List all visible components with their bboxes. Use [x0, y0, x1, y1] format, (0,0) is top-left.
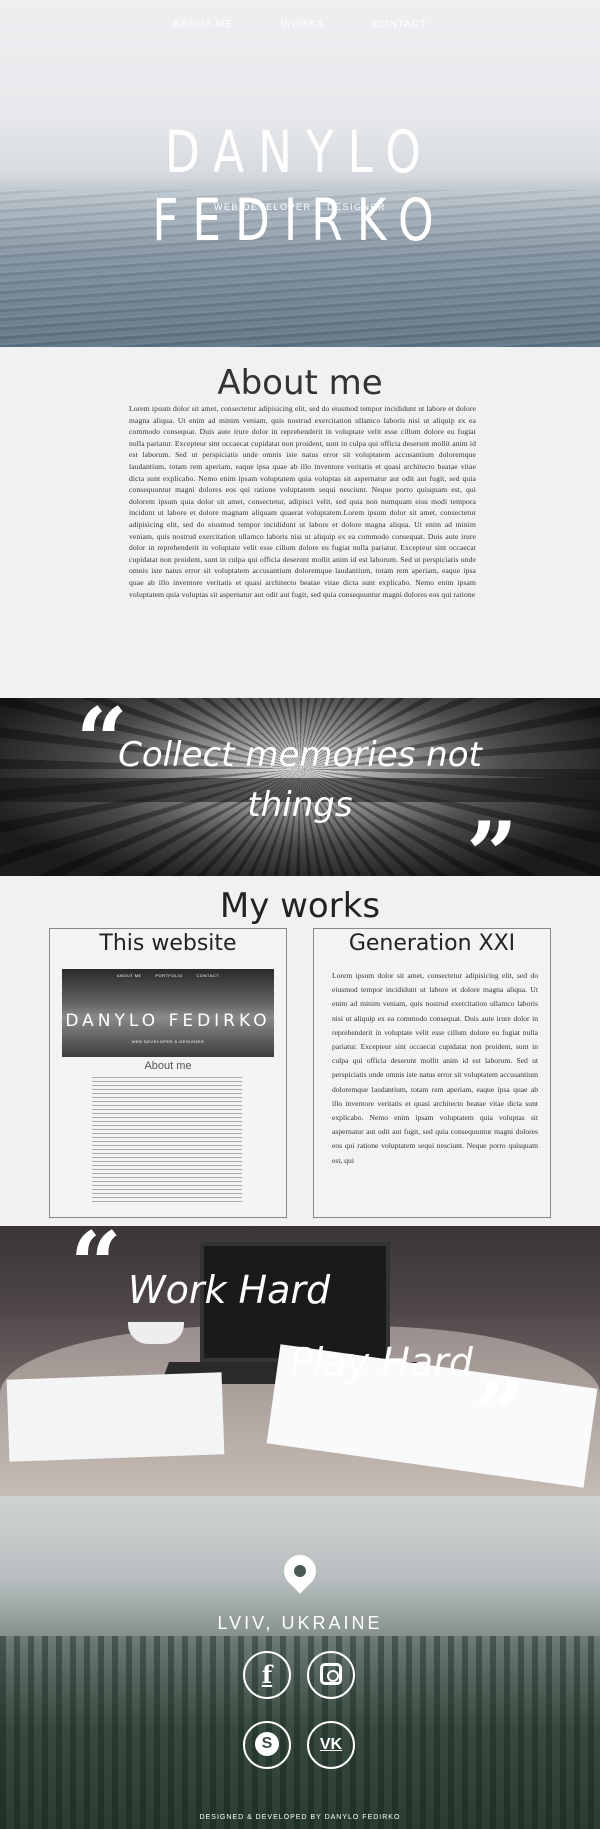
preview-subtitle: WEB DEVELOPER & DESIGNER	[131, 1039, 205, 1044]
facebook-glyph: f	[261, 1660, 273, 1689]
preview-about-heading: About me	[144, 1060, 192, 1072]
work-card-title: This website	[99, 931, 237, 956]
preview-title: DANYLO FEDIRKO	[65, 1011, 271, 1031]
about-text: Lorem ipsum dolor sit amet, consectetur …	[129, 404, 476, 599]
facebook-icon[interactable]: f	[243, 1651, 291, 1699]
about-section: About me Lorem ipsum dolor sit amet, con…	[0, 347, 600, 698]
about-heading: About me	[217, 363, 383, 403]
hero-title: DANYLO FEDIRKO	[152, 118, 448, 254]
website-preview-image: ABOUT ME PORTFOLIO CONTACT DANYLO FEDIRK…	[62, 969, 274, 1057]
footer-section	[0, 1496, 600, 1829]
preview-nav-item: CONTACT	[196, 973, 220, 978]
preview-nav-item: PORTFOLIO	[155, 973, 183, 978]
footer-credit: DESIGNED & DEVELOPED BY DANYLO FEDIRKO	[199, 1814, 401, 1821]
preview-nav-item: ABOUT ME	[116, 973, 142, 978]
instagram-icon[interactable]	[307, 1651, 355, 1699]
work-card-title: Generation XXI	[348, 931, 516, 956]
nav-about-link[interactable]: ABOUT ME	[173, 19, 233, 30]
skype-glyph: S	[255, 1731, 279, 1756]
quote-line-work: Work Hard	[128, 1268, 331, 1312]
hero-subtitle: WEB DEVELOPER & DESIGNER	[213, 202, 387, 212]
skype-icon[interactable]: S	[243, 1721, 291, 1769]
vk-glyph: VK	[319, 1736, 343, 1753]
notebook-image	[6, 1372, 225, 1462]
work-card-this-website[interactable]: This website ABOUT ME PORTFOLIO CONTACT …	[49, 928, 287, 1218]
quote-line-2: things	[247, 785, 353, 825]
preview-text-lines	[92, 1077, 242, 1203]
nav-contact-link[interactable]: CONTACT	[373, 19, 428, 30]
top-nav: ABOUT ME WORKS CONTACT	[0, 14, 600, 32]
forest-mountain-background	[0, 1636, 600, 1829]
quote-line-play: Play Hard	[290, 1340, 473, 1384]
location-text: LVIV, UKRAINE	[217, 1613, 383, 1633]
vk-icon[interactable]: VK	[307, 1721, 355, 1769]
works-section: My works This website ABOUT ME PORTFOLIO…	[0, 876, 600, 1226]
close-quote-icon: ”	[474, 1362, 526, 1468]
works-heading: My works	[219, 886, 381, 926]
quote-line-1: Collect memories not	[118, 735, 482, 775]
open-quote-icon: “	[70, 1212, 122, 1318]
preview-nav: ABOUT ME PORTFOLIO CONTACT	[62, 973, 274, 978]
nav-works-link[interactable]: WORKS	[281, 19, 324, 30]
instagram-glyph	[320, 1662, 342, 1685]
hero-section: ABOUT ME WORKS CONTACT DANYLO FEDIRKO WE…	[0, 0, 600, 347]
quote-text: Collect memories not things	[0, 730, 600, 830]
work-card-text: Lorem ipsum dolor sit amet, consectetur …	[332, 971, 538, 1165]
work-card-generation-xxi[interactable]: Generation XXI Lorem ipsum dolor sit ame…	[313, 928, 551, 1218]
